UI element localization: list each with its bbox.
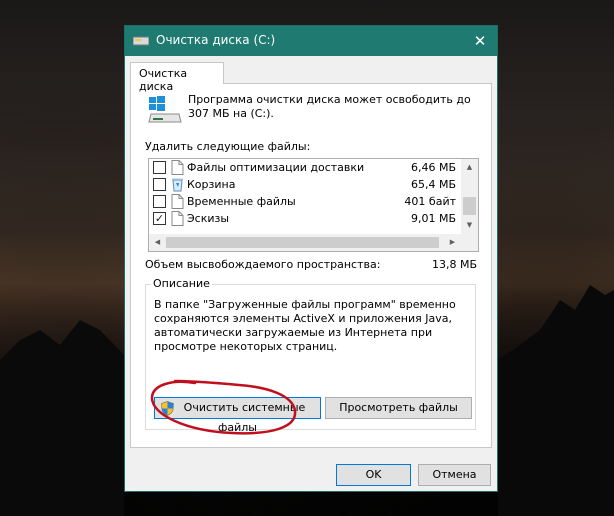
list-item[interactable]: Временные файлы 401 байт bbox=[149, 193, 462, 210]
intro-text: Программа очистки диска может освободить… bbox=[188, 93, 471, 120]
disk-cleanup-app-icon bbox=[133, 36, 149, 46]
file-checkbox[interactable] bbox=[153, 195, 166, 208]
file-icon bbox=[171, 194, 184, 209]
cancel-label: Отмена bbox=[432, 468, 477, 481]
file-name: Файлы оптимизации доставки bbox=[187, 161, 365, 174]
ok-button[interactable]: OK bbox=[336, 464, 411, 486]
scroll-right-icon[interactable]: ▶ bbox=[444, 234, 461, 251]
window-title: Очистка диска (C:) bbox=[156, 33, 276, 47]
cancel-button[interactable]: Отмена bbox=[418, 464, 491, 486]
file-name: Эскизы bbox=[187, 212, 230, 225]
space-freed-label: Объем высвобождаемого пространства: bbox=[145, 258, 381, 271]
description-title: Описание bbox=[151, 277, 212, 290]
list-item[interactable]: Файлы оптимизации доставки 6,46 МБ bbox=[149, 159, 462, 176]
file-checkbox[interactable] bbox=[153, 161, 166, 174]
recycle-bin-icon bbox=[172, 178, 183, 192]
description-text: В папке "Загруженные файлы программ" вре… bbox=[154, 298, 456, 353]
file-icon bbox=[171, 211, 184, 226]
space-freed-value: 13,8 МБ bbox=[431, 258, 477, 271]
file-size: 65,4 МБ bbox=[410, 178, 456, 191]
scroll-up-icon[interactable]: ▲ bbox=[461, 159, 478, 176]
horizontal-scroll-thumb[interactable] bbox=[166, 237, 439, 248]
horizontal-scrollbar[interactable]: ◀ ▶ bbox=[149, 234, 478, 251]
file-checkbox[interactable]: ✓ bbox=[153, 212, 166, 225]
drive-icon bbox=[148, 96, 182, 123]
scroll-left-icon[interactable]: ◀ bbox=[149, 234, 166, 251]
tab-disk-cleanup[interactable]: Очистка диска bbox=[130, 62, 224, 93]
ok-label: OK bbox=[365, 468, 382, 481]
file-name: Временные файлы bbox=[187, 195, 296, 208]
close-button[interactable]: ✕ bbox=[469, 30, 491, 52]
file-size: 9,01 МБ bbox=[410, 212, 456, 225]
file-icon bbox=[171, 160, 184, 175]
file-name: Корзина bbox=[187, 178, 236, 191]
close-icon: ✕ bbox=[473, 32, 487, 50]
list-item[interactable]: Корзина 65,4 МБ bbox=[149, 176, 462, 193]
view-files-label: Просмотреть файлы bbox=[339, 401, 458, 414]
vertical-scroll-thumb[interactable] bbox=[463, 197, 476, 215]
file-checkbox[interactable] bbox=[153, 178, 166, 191]
tab-label: Очистка диска bbox=[139, 67, 188, 93]
file-size: 6,46 МБ bbox=[410, 161, 456, 174]
scroll-down-icon[interactable]: ▼ bbox=[461, 217, 478, 234]
red-circle-annotation bbox=[150, 379, 297, 435]
view-files-button[interactable]: Просмотреть файлы bbox=[325, 397, 472, 419]
title-bar[interactable]: Очистка диска (C:) ✕ bbox=[125, 26, 497, 56]
vertical-scrollbar[interactable]: ▲ ▼ bbox=[461, 159, 478, 234]
file-list[interactable]: Файлы оптимизации доставки 6,46 МБ Корзи… bbox=[148, 158, 479, 252]
file-size: 401 байт bbox=[404, 195, 456, 208]
delete-files-label: Удалить следующие файлы: bbox=[145, 140, 311, 153]
list-item[interactable]: ✓ Эскизы 9,01 МБ bbox=[149, 210, 462, 227]
scrollbar-corner bbox=[461, 234, 478, 251]
